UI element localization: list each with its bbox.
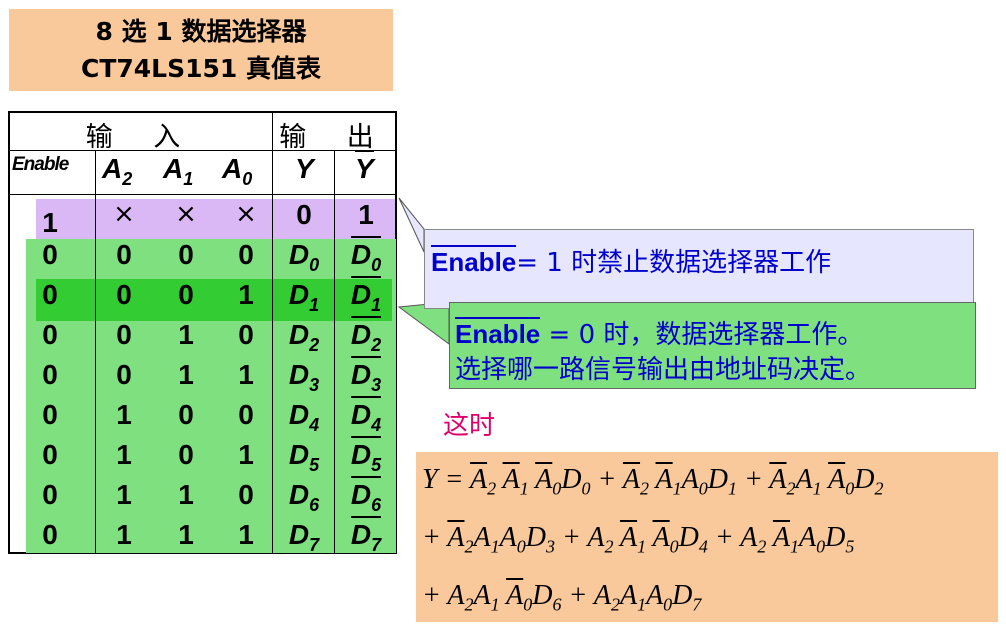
zheshi-label: 这时 [443, 411, 496, 441]
callout-disable: Enable= 1 时禁止数据选择器工作 [424, 229, 974, 309]
callout2-text2: 选择哪一路信号输出由地址码决定。 [455, 355, 872, 385]
equation-line2: + A2A1A0D3 + A2 A1 A0D4 + A2 A1A0D5 [422, 522, 855, 557]
equation-box: Y = A2 A1 A0D0 + A2 A1A0D1 + A2A1 A0D2 +… [416, 452, 998, 622]
callout-enable: Enable = 0 时，数据选择器工作。 选择哪一路信号输出由地址码决定。 [449, 302, 976, 389]
callout2-enable: Enable [455, 317, 541, 349]
equation-line3: + A2A1 A0D6 + A2A1A0D7 [422, 580, 702, 615]
equation-line1: Y = A2 A1 A0D0 + A2 A1A0D1 + A2A1 A0D2 [422, 464, 884, 499]
callout1-enable: Enable [431, 245, 517, 277]
callout1-text: = 1 时禁止数据选择器工作 [516, 248, 832, 278]
callout2-text1: = 0 时，数据选择器工作。 [540, 320, 864, 350]
